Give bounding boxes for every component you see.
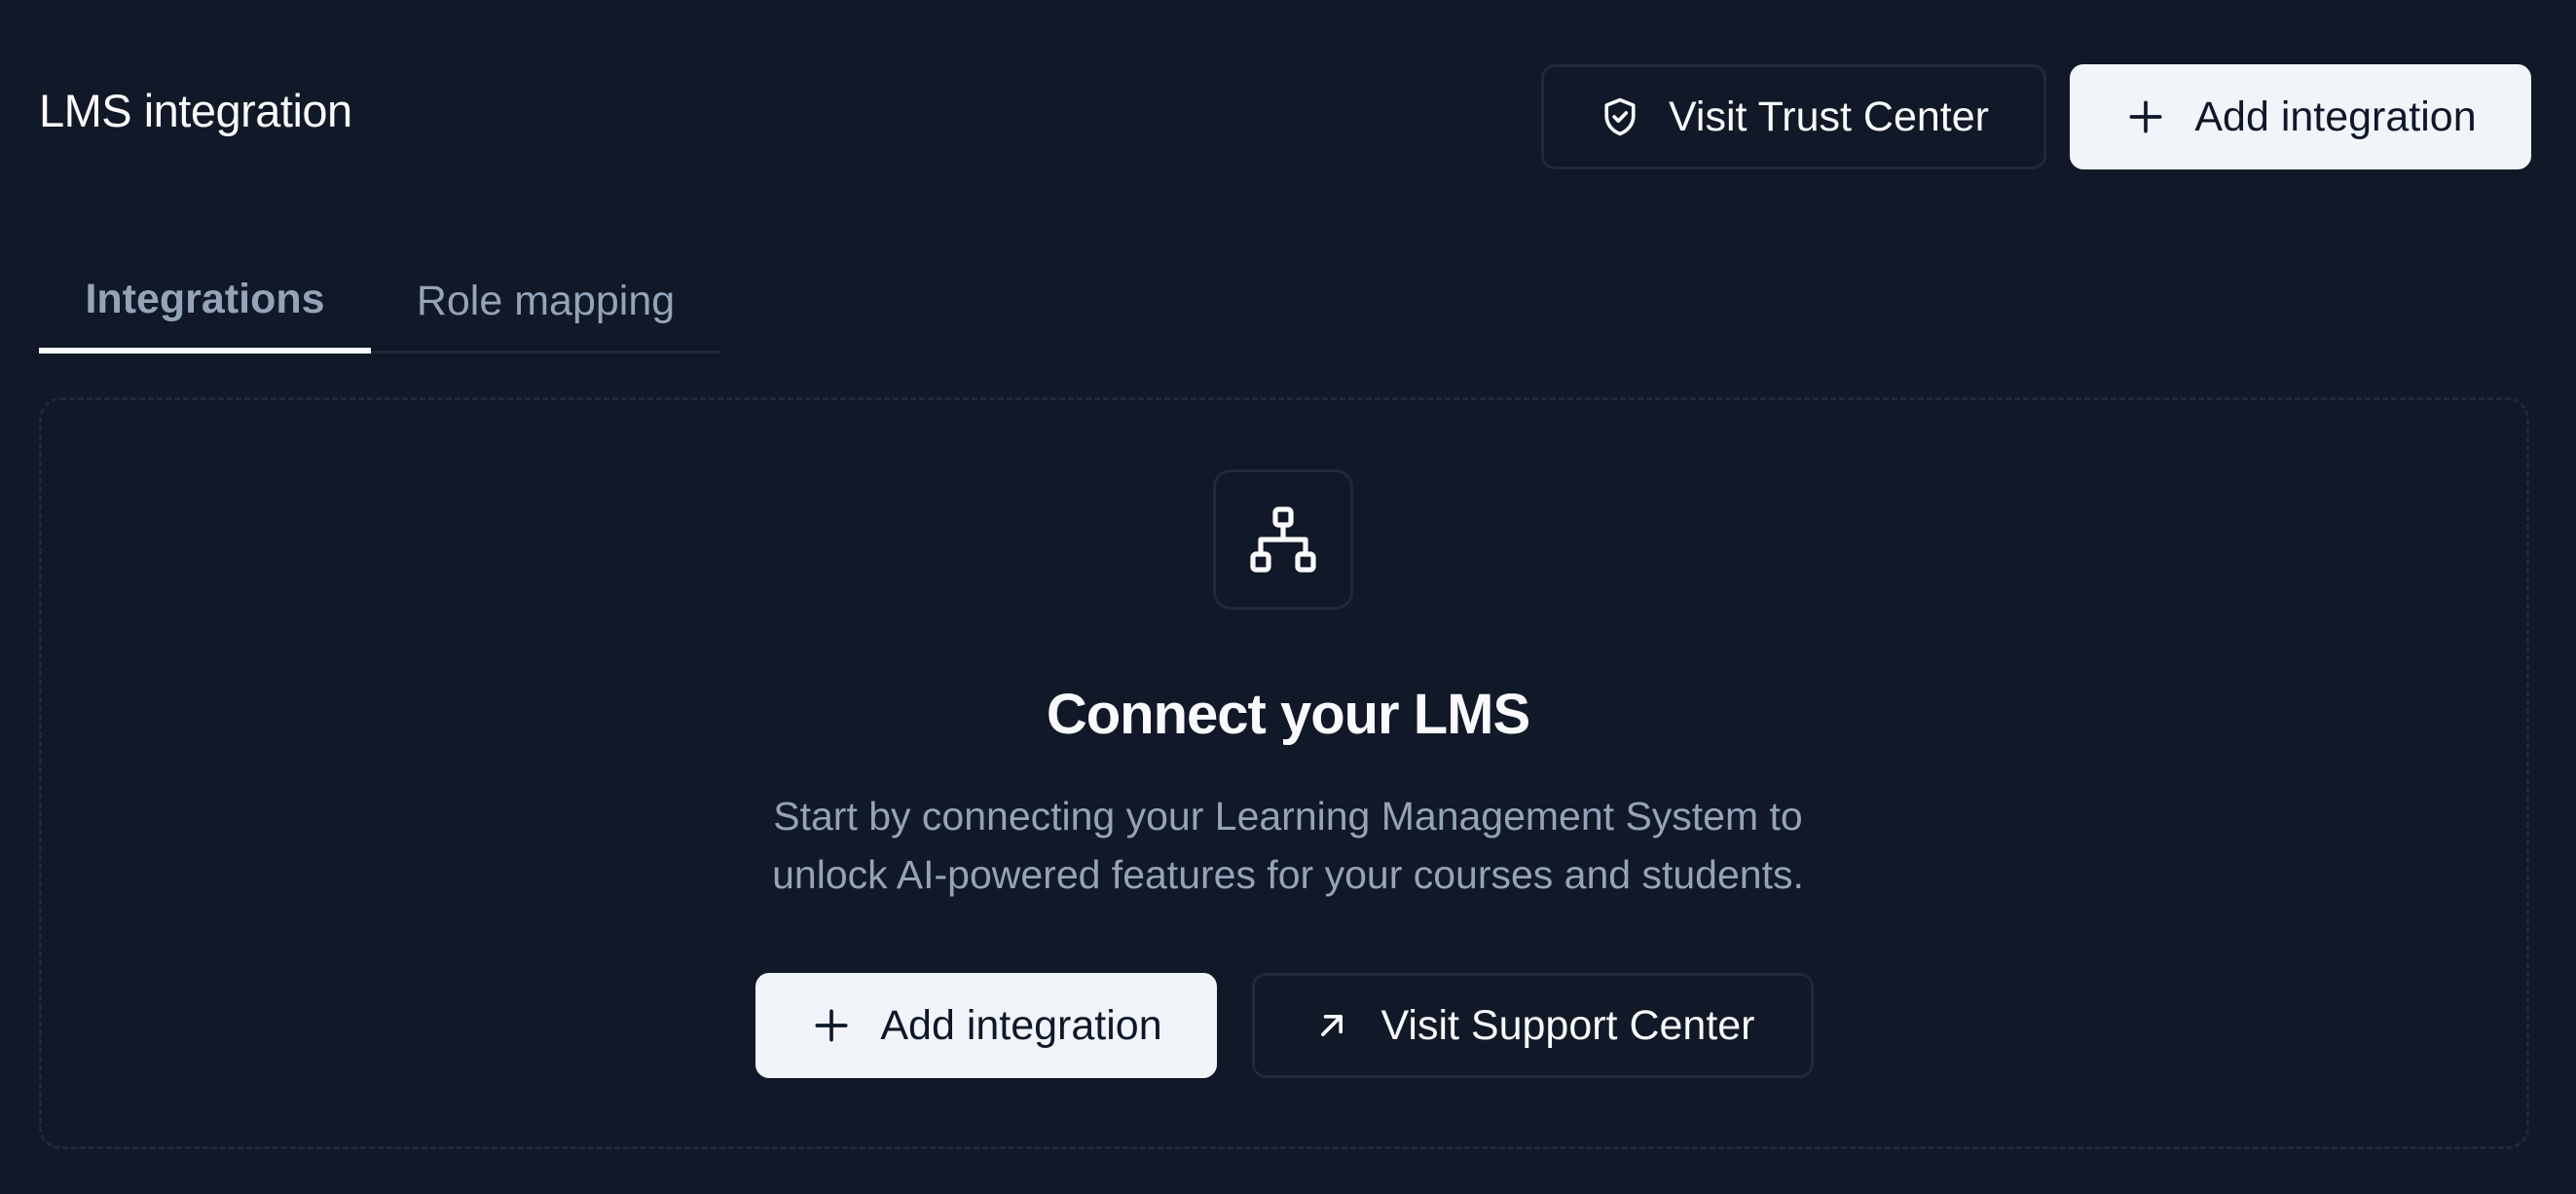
empty-state-title: Connect your LMS	[1046, 683, 1530, 746]
add-integration-label: Add integration	[880, 1001, 1162, 1049]
arrow-up-right-icon	[1310, 1004, 1353, 1047]
visit-trust-center-button[interactable]: Visit Trust Center	[1541, 64, 2046, 169]
tab-role-mapping[interactable]: Role mapping	[371, 251, 720, 351]
visit-support-center-label: Visit Support Center	[1380, 1001, 1755, 1049]
visit-trust-center-label: Visit Trust Center	[1669, 93, 1989, 140]
plus-icon	[810, 1004, 853, 1047]
empty-state-description-line: Start by connecting your Learning Manage…	[773, 794, 1803, 839]
tab-bar: Integrations Role mapping	[39, 251, 720, 354]
visit-support-center-button[interactable]: Visit Support Center	[1252, 973, 1814, 1078]
add-integration-button[interactable]: Add integration	[755, 973, 1217, 1078]
empty-state-description-line: unlock AI-powered features for your cour…	[772, 852, 1804, 897]
add-integration-button[interactable]: Add integration	[2070, 64, 2531, 169]
page-title: LMS integration	[39, 85, 352, 136]
hierarchy-network-icon	[1213, 469, 1353, 610]
tab-integrations[interactable]: Integrations	[39, 251, 371, 354]
empty-state-description: Start by connecting your Learning Manage…	[0, 787, 2576, 904]
plus-icon	[2124, 95, 2167, 138]
add-integration-label: Add integration	[2194, 93, 2477, 140]
shield-check-icon	[1599, 95, 1641, 138]
